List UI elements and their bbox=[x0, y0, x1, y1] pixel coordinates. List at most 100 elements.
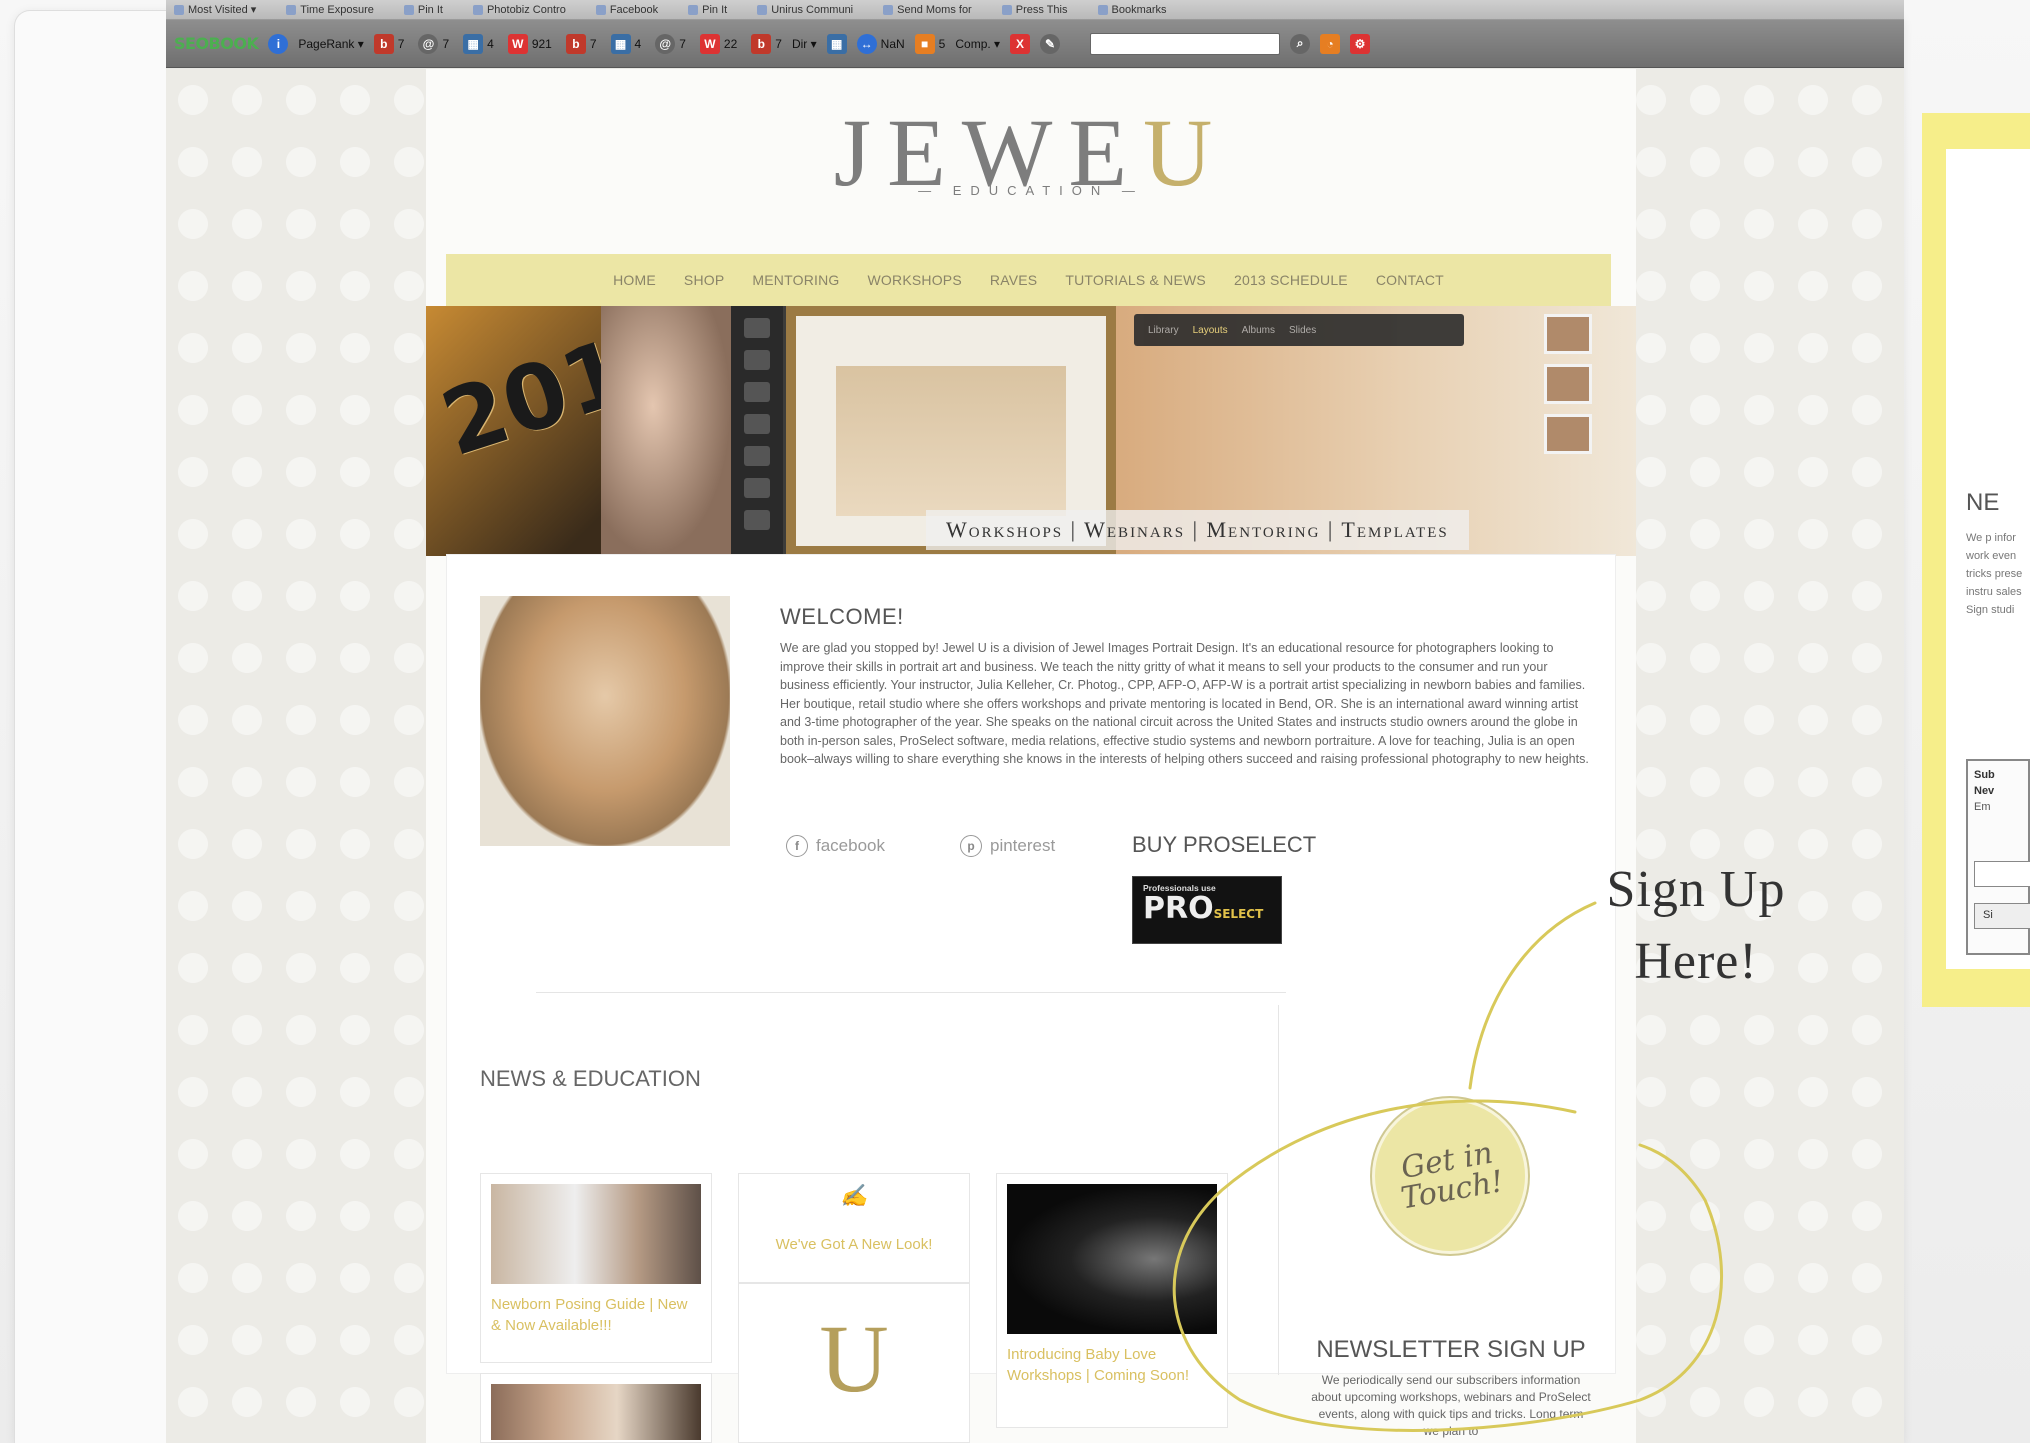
get-in-touch-text: Get in Touch! bbox=[1398, 1135, 1507, 1217]
newsletter-text: We periodically send our subscribers inf… bbox=[1311, 1373, 1591, 1438]
pinterest-label: pinterest bbox=[990, 836, 1056, 855]
preview-subscribe-form: Sub Nev Em Si bbox=[1966, 759, 2030, 955]
hero-caption-text: Workshops | Webinars | Mentoring | Templ… bbox=[946, 517, 1449, 542]
seo-metric[interactable]: W 921 bbox=[507, 33, 552, 54]
count-metric[interactable]: ■ 5 bbox=[914, 33, 945, 54]
logo-subtitle: — EDUCATION — bbox=[918, 183, 1144, 198]
whois-icon: W bbox=[507, 33, 528, 54]
news-card[interactable]: U bbox=[738, 1283, 970, 1443]
bookmark-item[interactable]: Bookmarks bbox=[1097, 3, 1167, 16]
nan-metric[interactable]: ↔ NaN bbox=[856, 33, 905, 54]
seo-toolbar: SEOBOOK i PageRank ▾ b 7 @7 ▦ 4 W 921 b 7 ▦ 4 @7 W 22… bbox=[166, 20, 1904, 68]
facebook-link[interactable]: f facebook bbox=[786, 835, 885, 857]
nav-item-2013-schedule[interactable]: 2013 SCHEDULE bbox=[1234, 272, 1348, 288]
backlinks-icon: @ bbox=[655, 33, 676, 54]
seo-search-input[interactable] bbox=[1090, 32, 1281, 55]
seobook-logo[interactable]: SEOBOOK bbox=[174, 34, 259, 53]
preview-email-input[interactable] bbox=[1974, 861, 2030, 887]
info-icon[interactable]: i bbox=[268, 33, 289, 54]
rss-icon[interactable]: ◔ bbox=[1320, 33, 1341, 54]
seo-metric-value: 7 bbox=[679, 36, 686, 51]
jewel-u-logo: U bbox=[819, 1305, 889, 1412]
index-icon: ▦ bbox=[463, 33, 484, 54]
news-thumbnail bbox=[1007, 1184, 1217, 1334]
bookmark-item[interactable]: Most Visited ▾ bbox=[174, 3, 256, 16]
bookmark-item[interactable]: Unirus Communi bbox=[757, 4, 853, 16]
dir-button[interactable]: Dir ▾ bbox=[792, 37, 817, 51]
get-in-touch-badge[interactable]: Get in Touch! bbox=[1372, 1098, 1528, 1254]
bookmark-icon bbox=[883, 4, 894, 15]
pagerank-button[interactable]: PageRank ▾ bbox=[298, 37, 363, 51]
news-card-title[interactable]: We've Got A New Look! bbox=[749, 1234, 959, 1255]
hero-tab: Library bbox=[1148, 324, 1179, 336]
bookmark-icon bbox=[403, 4, 414, 15]
seo-metric-value: 4 bbox=[487, 36, 494, 51]
pencil-icon[interactable]: ✎ bbox=[1040, 33, 1061, 54]
screenshot-canvas: Most Visited ▾ Time Exposure Pin It Photobi… bbox=[0, 0, 2030, 1443]
seo-metric[interactable]: ▦ 4 bbox=[610, 33, 641, 54]
hero-tool-strip bbox=[731, 306, 783, 556]
newsletter-title: NEWSLETTER SIGN UP bbox=[1316, 1336, 1586, 1363]
seo-metric[interactable]: b7 bbox=[751, 33, 782, 54]
badge-logo: PROSELECT bbox=[1143, 893, 1271, 930]
nav-item-shop[interactable]: SHOP bbox=[684, 272, 724, 288]
news-card[interactable]: Newborn Posing Guide | New & Now Availab… bbox=[480, 1173, 712, 1363]
comp-button[interactable]: Comp. ▾ bbox=[955, 37, 1000, 51]
seo-metric[interactable]: b7 bbox=[373, 33, 405, 54]
seo-metric[interactable]: @7 bbox=[418, 33, 449, 54]
preview-signup-button[interactable]: Si bbox=[1974, 903, 2030, 929]
square-icon bbox=[744, 446, 770, 466]
nan-value: NaN bbox=[880, 36, 905, 51]
nav-item-raves[interactable]: RAVES bbox=[990, 272, 1037, 288]
bookmark-label: Time Exposure bbox=[300, 3, 374, 16]
seo-metric[interactable]: b7 bbox=[565, 33, 597, 54]
rss-count-icon: ■ bbox=[914, 33, 935, 54]
news-card[interactable]: ✍ We've Got A New Look! bbox=[738, 1173, 970, 1283]
preview-text: We p infor work even tricks prese instru… bbox=[1966, 532, 2023, 616]
bookmark-item[interactable]: Pin It bbox=[403, 3, 443, 16]
arrow-icon bbox=[744, 414, 770, 434]
pinterest-link[interactable]: p pinterest bbox=[960, 835, 1055, 857]
bookmark-label: Bookmarks bbox=[1111, 3, 1167, 16]
seo-metric-value: 7 bbox=[775, 36, 782, 51]
seo-metric-value: 7 bbox=[397, 36, 405, 51]
index-icon: ▦ bbox=[610, 33, 631, 54]
hero-banner[interactable]: 2012 Library Layouts Albums Slides Works… bbox=[426, 306, 1636, 556]
seo-metric[interactable]: @7 bbox=[655, 33, 686, 54]
x-icon[interactable]: X bbox=[1010, 33, 1031, 54]
nav-item-workshops[interactable]: WORKSHOPS bbox=[868, 272, 962, 288]
calendar-icon[interactable]: ▦ bbox=[826, 33, 847, 54]
bookmark-item[interactable]: Photobiz Contro bbox=[472, 4, 566, 16]
bookmark-item[interactable]: Time Exposure bbox=[286, 4, 374, 16]
nav-item-home[interactable]: HOME bbox=[613, 272, 656, 288]
seo-metric[interactable]: W 22 bbox=[699, 33, 738, 54]
whois-icon: W bbox=[699, 33, 720, 54]
news-card[interactable] bbox=[480, 1373, 712, 1443]
nav-item-contact[interactable]: CONTACT bbox=[1376, 272, 1444, 288]
bookmark-icon bbox=[286, 4, 297, 15]
crop-icon bbox=[744, 382, 770, 402]
bookmark-item[interactable]: Pin It bbox=[688, 4, 727, 16]
welcome-title: WELCOME! bbox=[780, 604, 904, 629]
backlinks-icon: @ bbox=[418, 33, 439, 54]
search-icon[interactable]: ⌕ bbox=[1290, 33, 1311, 54]
nav-item-mentoring[interactable]: MENTORING bbox=[752, 272, 839, 288]
seo-metric-value: 22 bbox=[723, 36, 738, 51]
news-card[interactable]: Introducing Baby Love Workshops | Coming… bbox=[996, 1173, 1228, 1428]
bookmark-label: Pin It bbox=[417, 3, 443, 16]
proselect-badge[interactable]: Professionals use PROSELECT bbox=[1132, 876, 1282, 944]
bookmark-item[interactable]: Press This bbox=[1001, 4, 1068, 16]
section-divider bbox=[536, 992, 1286, 993]
bookmark-item[interactable]: Facebook bbox=[595, 4, 658, 16]
settings-icon[interactable]: ⚙ bbox=[1350, 33, 1371, 54]
hero-thumbnail bbox=[1544, 364, 1592, 404]
nav-item-tutorials-news[interactable]: TUTORIALS & NEWS bbox=[1065, 272, 1206, 288]
bookmark-item[interactable]: Send Moms for bbox=[883, 4, 972, 16]
instructor-photo bbox=[480, 596, 730, 846]
blog-icon: b bbox=[565, 33, 586, 54]
news-card-title[interactable]: Newborn Posing Guide | New & Now Availab… bbox=[491, 1294, 701, 1336]
site-logo[interactable]: JEWEU — EDUCATION — bbox=[426, 69, 1636, 249]
badge-select: SELECT bbox=[1213, 907, 1264, 921]
news-card-title[interactable]: Introducing Baby Love Workshops | Coming… bbox=[1007, 1344, 1217, 1386]
seo-metric[interactable]: ▦ 4 bbox=[463, 33, 494, 54]
